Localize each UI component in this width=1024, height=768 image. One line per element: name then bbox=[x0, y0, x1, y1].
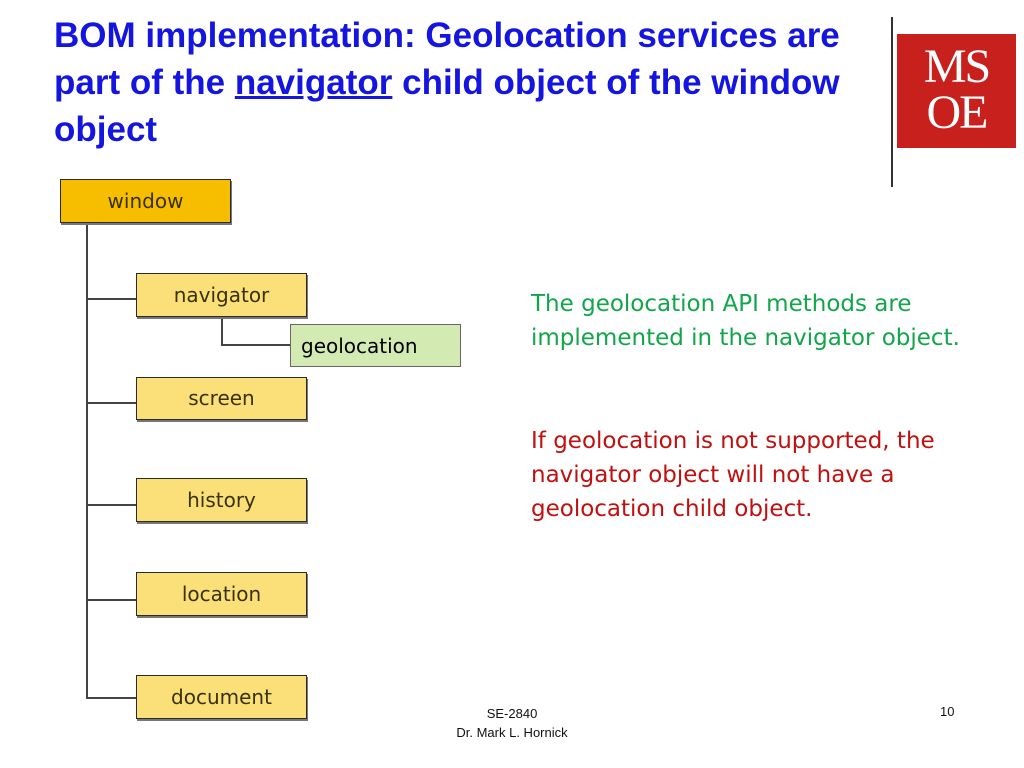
connector-geolocation-v bbox=[221, 316, 223, 345]
node-navigator: navigator bbox=[136, 273, 307, 317]
connector-navigator bbox=[86, 298, 136, 300]
node-location: location bbox=[136, 572, 307, 616]
connector-location bbox=[86, 599, 136, 601]
title-underlined-word: navigator bbox=[234, 63, 393, 102]
divider-line bbox=[891, 17, 893, 187]
info-note: The geolocation API methods are implemen… bbox=[531, 291, 960, 351]
node-geolocation: geolocation bbox=[290, 324, 461, 367]
footer-author: Dr. Mark L. Hornick bbox=[456, 725, 568, 740]
logo-line-2: OE bbox=[926, 86, 989, 139]
node-screen: screen bbox=[136, 377, 307, 420]
slide-title: BOM implementation: Geolocation services… bbox=[54, 12, 884, 153]
node-history: history bbox=[136, 478, 307, 522]
connector-screen bbox=[86, 402, 136, 404]
footer-course: SE-2840 bbox=[486, 706, 538, 721]
msoe-logo: MS OE bbox=[897, 34, 1016, 148]
logo-line-1: MS bbox=[923, 40, 991, 93]
connector-history bbox=[86, 504, 136, 506]
node-document: document bbox=[136, 675, 307, 719]
page-number: 10 bbox=[940, 704, 955, 719]
node-window: window bbox=[60, 179, 231, 223]
connector-document bbox=[86, 697, 136, 699]
footer: SE-2840 Dr. Mark L. Hornick bbox=[412, 704, 612, 742]
tree-trunk-line bbox=[86, 222, 88, 698]
warning-note: If geolocation is not supported, the nav… bbox=[531, 428, 935, 522]
connector-geolocation-h bbox=[221, 344, 291, 346]
